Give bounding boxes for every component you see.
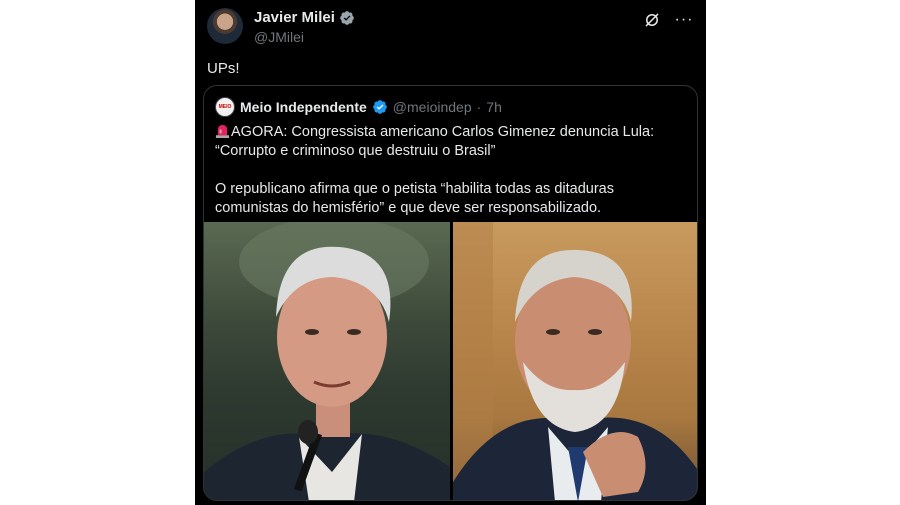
- quoted-tweet[interactable]: MEIO Meio Independente @meioindep · 7h A…: [203, 85, 698, 501]
- quote-line-1: AGORA: Congressista americano Carlos Gim…: [215, 124, 655, 159]
- quote-paragraph-1: AGORA: Congressista americano Carlos Gim…: [215, 123, 690, 161]
- tweet-card: Javier Milei @JMilei ··· UPs! MEIO Meio …: [195, 0, 706, 505]
- author-handle[interactable]: @JMilei: [254, 29, 304, 45]
- tweet-text: UPs!: [207, 60, 240, 77]
- top-actions: ···: [642, 10, 694, 30]
- quote-avatar[interactable]: MEIO: [215, 97, 235, 117]
- more-options-icon[interactable]: ···: [674, 10, 694, 30]
- quote-author-name[interactable]: Meio Independente: [240, 99, 367, 115]
- quote-photos: [204, 222, 697, 500]
- quote-line-2: O republicano afirma que o petista “habi…: [215, 181, 614, 216]
- quote-author-handle[interactable]: @meioindep: [393, 99, 472, 115]
- tweet-header: Javier Milei @JMilei ···: [207, 8, 694, 48]
- quote-header: MEIO Meio Independente @meioindep · 7h: [215, 96, 502, 118]
- quote-avatar-logo: MEIO: [218, 103, 232, 110]
- quote-separator: ·: [476, 99, 482, 115]
- grok-icon[interactable]: [642, 10, 662, 30]
- photo-gimenez-illustration: [204, 222, 450, 500]
- quote-paragraph-2: O republicano afirma que o petista “habi…: [215, 180, 690, 218]
- author-name-line: Javier Milei: [254, 9, 355, 26]
- photo-lula-illustration: [453, 222, 697, 500]
- quote-verified-badge-icon: [372, 100, 387, 114]
- photo-gimenez[interactable]: [204, 222, 450, 500]
- verified-badge-icon: [340, 10, 354, 25]
- quote-timestamp[interactable]: 7h: [486, 99, 502, 115]
- quote-body: AGORA: Congressista americano Carlos Gim…: [215, 123, 690, 237]
- author-avatar[interactable]: [207, 8, 243, 44]
- alarm-light-icon: [215, 124, 230, 138]
- photo-lula[interactable]: [453, 222, 697, 500]
- author-name[interactable]: Javier Milei: [254, 9, 335, 26]
